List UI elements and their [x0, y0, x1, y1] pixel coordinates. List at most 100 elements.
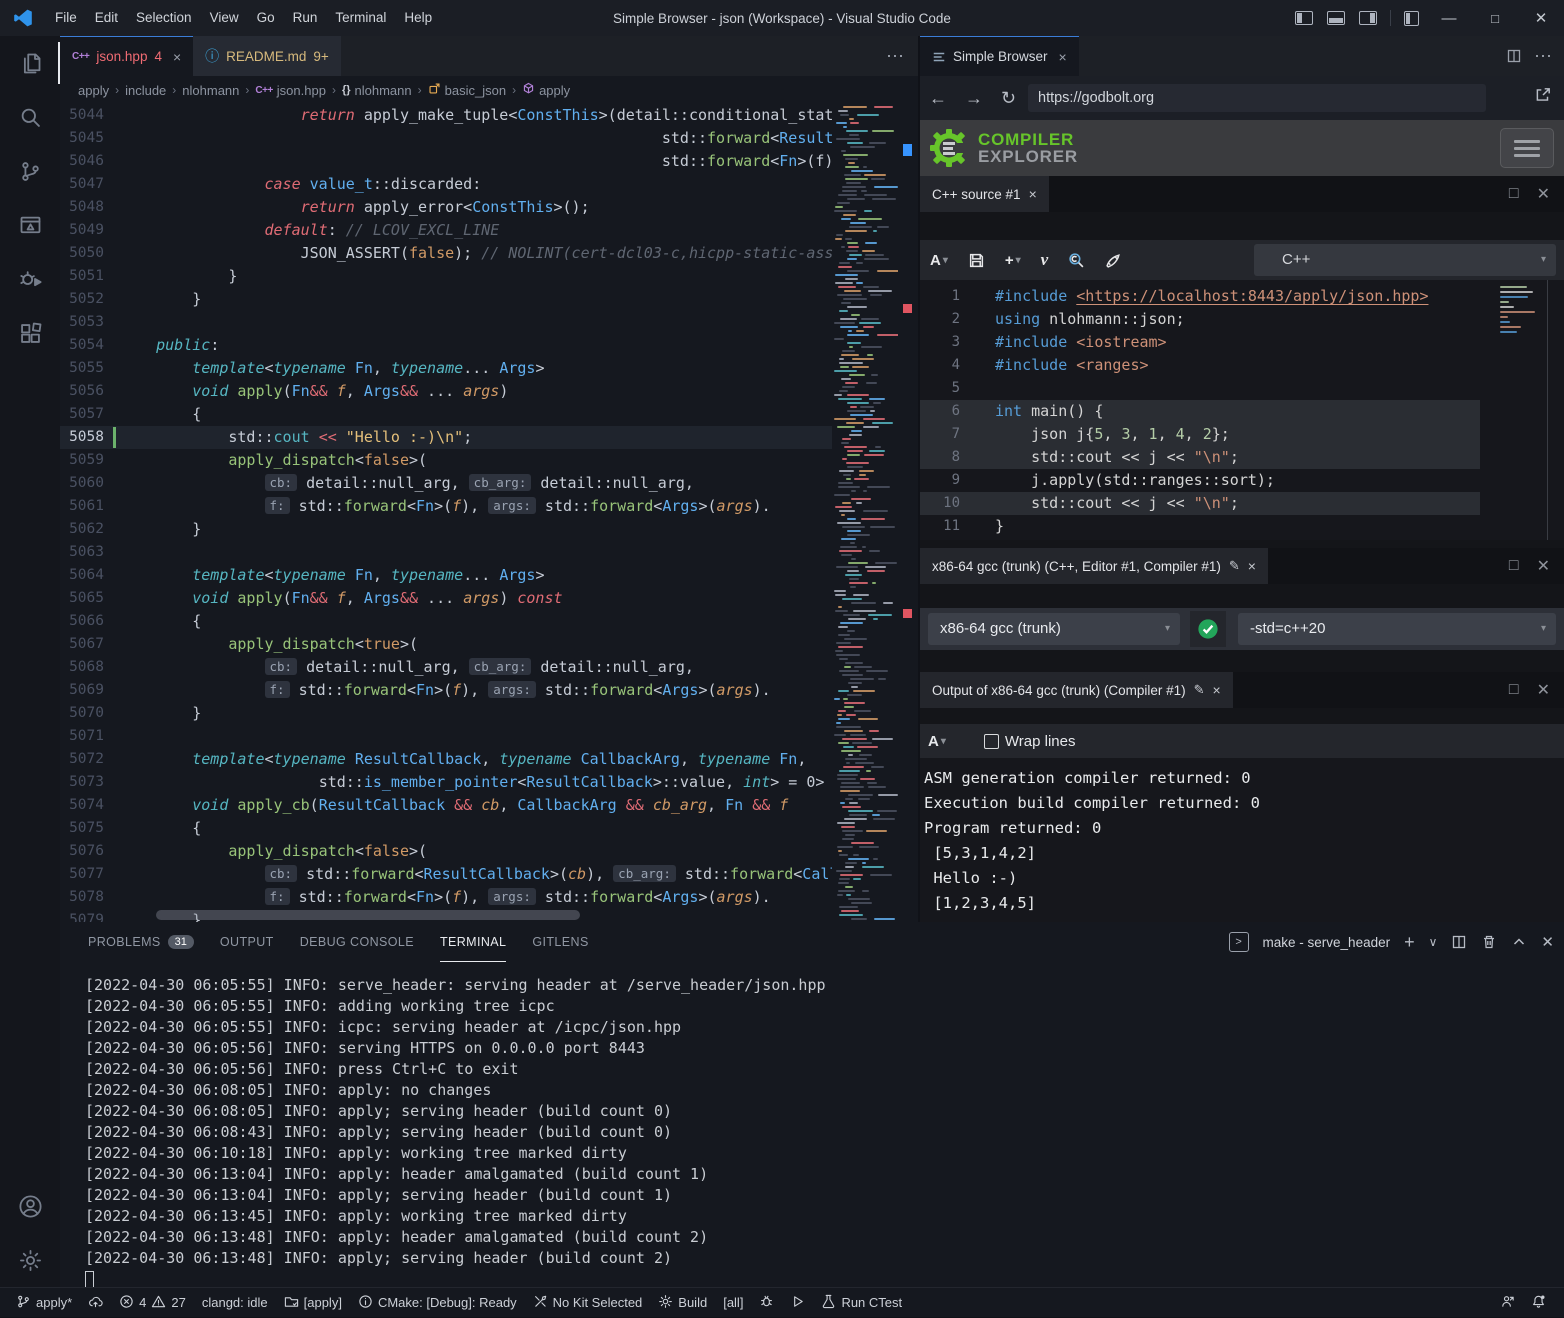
wrap-lines-checkbox[interactable] — [984, 734, 999, 749]
customize-layout-icon[interactable] — [1404, 11, 1419, 26]
split-editor-icon[interactable] — [1506, 48, 1522, 64]
menu-edit[interactable]: Edit — [86, 0, 127, 36]
code-line[interactable]: 2using nlohmann::json; — [920, 308, 1480, 331]
font-size-button[interactable]: A▾ — [920, 252, 958, 269]
maximize-pane-icon[interactable]: □ — [1509, 557, 1519, 575]
code-line[interactable]: 4#include <ranges> — [920, 354, 1480, 377]
font-size-button[interactable]: A▾ — [920, 733, 956, 750]
clangd-status-item[interactable]: clangd: idle — [194, 1288, 276, 1318]
close-pane-icon[interactable]: × — [1029, 186, 1037, 202]
code-line[interactable]: 5069 f: std::forward<Fn>(f), args: std::… — [60, 679, 832, 702]
run-ctest-item[interactable]: Run CTest — [813, 1288, 910, 1318]
maximize-pane-icon[interactable]: □ — [1509, 681, 1519, 699]
code-line[interactable]: 5045 std::forward<ResultCallback> — [60, 127, 832, 150]
debug-target-item[interactable] — [751, 1288, 782, 1318]
tab-json-hpp[interactable]: C++ json.hpp 4 × — [60, 36, 193, 76]
source-pane-tab[interactable]: C++ source #1 × — [920, 176, 1049, 212]
close-pane-icon[interactable]: ✕ — [1537, 556, 1550, 576]
menu-selection[interactable]: Selection — [127, 0, 201, 36]
code-line[interactable]: 5050 JSON_ASSERT(false); // NOLINT(cert-… — [60, 242, 832, 265]
run-and-debug-icon[interactable] — [0, 252, 60, 306]
forward-icon[interactable]: → — [956, 88, 992, 109]
add-pane-button[interactable]: +▾ — [995, 252, 1031, 269]
problems-item[interactable]: 4 27 — [111, 1288, 194, 1318]
compiler-explorer-logo[interactable]: COMPILER EXPLORER — [920, 127, 1078, 169]
code-line[interactable]: 5073 std::is_member_pointer<ResultCallba… — [60, 771, 832, 794]
panel-tab-output[interactable]: OUTPUT — [220, 922, 274, 962]
build-target-item[interactable]: [all] — [715, 1288, 751, 1318]
panel-tab-gitlens[interactable]: GITLENS — [532, 922, 588, 962]
explorer-icon[interactable] — [0, 36, 60, 90]
maximize-panel-icon[interactable] — [1511, 934, 1527, 950]
code-line[interactable]: 11} — [920, 515, 1480, 538]
search-icon[interactable] — [0, 90, 60, 144]
breadcrumb-namespace-nlohmann[interactable]: {}nlohmann — [342, 83, 412, 98]
code-line[interactable]: 5047 case value_t::discarded: — [60, 173, 832, 196]
split-terminal-icon[interactable] — [1451, 934, 1467, 950]
compiler-options-input[interactable]: -std=c++20▾ — [1238, 613, 1556, 645]
hamburger-menu-icon[interactable] — [1500, 128, 1554, 168]
breadcrumb-json-hpp[interactable]: C++json.hpp — [255, 83, 326, 98]
close-panel-icon[interactable]: ✕ — [1541, 933, 1554, 951]
close-pane-icon[interactable]: ✕ — [1537, 184, 1550, 204]
code-line[interactable]: 5053 — [60, 311, 832, 334]
code-line[interactable]: 5067 apply_dispatch<true>( — [60, 633, 832, 656]
close-pane-icon[interactable]: × — [1213, 682, 1221, 698]
breadcrumb-nlohmann[interactable]: nlohmann — [182, 83, 239, 98]
rename-pane-icon[interactable]: ✎ — [1229, 558, 1240, 574]
reload-icon[interactable]: ↻ — [992, 88, 1025, 109]
cmake-folder-item[interactable]: [apply] — [276, 1288, 350, 1318]
editor-more-actions-icon[interactable]: ⋯ — [872, 36, 918, 76]
browser-more-actions-icon[interactable]: ⋯ — [1534, 46, 1552, 67]
tab-simple-browser[interactable]: Simple Browser × — [920, 36, 1079, 76]
language-select[interactable]: C++▾ — [1254, 244, 1556, 276]
cmake-panel-icon[interactable] — [0, 198, 60, 252]
code-line[interactable]: 1#include <https://localhost:8443/apply/… — [920, 285, 1480, 308]
source-editor-scrollbar[interactable] — [1547, 280, 1548, 540]
url-input[interactable]: https://godbolt.org — [1028, 84, 1486, 112]
maximize-button[interactable]: □ — [1472, 0, 1518, 36]
toggle-panel-icon[interactable] — [1327, 11, 1345, 25]
code-line[interactable]: 5054 public: — [60, 334, 832, 357]
code-line[interactable]: 5066 { — [60, 610, 832, 633]
code-line[interactable]: 5070 } — [60, 702, 832, 725]
settings-gear-icon[interactable] — [0, 1233, 60, 1287]
code-line[interactable]: 5063 — [60, 541, 832, 564]
maximize-pane-icon[interactable]: □ — [1509, 185, 1519, 203]
code-line[interactable]: 7 json j{5, 3, 1, 4, 2}; — [920, 423, 1480, 446]
toggle-sidebar-icon[interactable] — [1295, 11, 1313, 25]
panel-tab-terminal[interactable]: TERMINAL — [440, 922, 506, 962]
code-line[interactable]: 5074 void apply_cb(ResultCallback && cb,… — [60, 794, 832, 817]
open-external-icon[interactable] — [1534, 86, 1552, 109]
close-pane-icon[interactable]: ✕ — [1537, 680, 1550, 700]
quickbench-icon[interactable] — [1095, 252, 1132, 269]
code-line[interactable]: 5068 cb: detail::null_arg, cb_arg: detai… — [60, 656, 832, 679]
code-line[interactable]: 5075 { — [60, 817, 832, 840]
notifications-item[interactable] — [1523, 1288, 1554, 1318]
code-line[interactable]: 5055 template<typename Fn, typename... A… — [60, 357, 832, 380]
panel-tab-problems[interactable]: PROBLEMS31 — [88, 922, 194, 962]
cmake-kit-item[interactable]: No Kit Selected — [525, 1288, 651, 1318]
code-line[interactable]: 5060 cb: detail::null_arg, cb_arg: detai… — [60, 472, 832, 495]
new-terminal-icon[interactable]: + — [1404, 932, 1415, 953]
menu-view[interactable]: View — [201, 0, 248, 36]
remote-explorer-item[interactable] — [1492, 1288, 1523, 1318]
code-line[interactable]: 5 — [920, 377, 1480, 400]
code-line[interactable]: 5072 template<typename ResultCallback, t… — [60, 748, 832, 771]
minimize-button[interactable]: — — [1426, 0, 1472, 36]
menu-help[interactable]: Help — [395, 0, 441, 36]
code-line[interactable]: 10 std::cout << j << "\n"; — [920, 492, 1480, 515]
compiler-pane-tab[interactable]: x86-64 gcc (trunk) (C++, Editor #1, Comp… — [920, 548, 1268, 584]
code-line[interactable]: 5062 } — [60, 518, 832, 541]
code-line[interactable]: 8 std::cout << j << "\n"; — [920, 446, 1480, 469]
code-line[interactable]: 5049 default: // LCOV_EXCL_LINE — [60, 219, 832, 242]
terminal-dropdown-icon[interactable]: ∨ — [1429, 935, 1438, 949]
menu-terminal[interactable]: Terminal — [326, 0, 395, 36]
kill-terminal-icon[interactable] — [1481, 934, 1497, 950]
toggle-secondary-sidebar-icon[interactable] — [1359, 11, 1377, 25]
accounts-icon[interactable] — [0, 1179, 60, 1233]
code-line[interactable]: 5048 return apply_error<ConstThis>(); — [60, 196, 832, 219]
code-line[interactable]: 5065 void apply(Fn&& f, Args&& ... args)… — [60, 587, 832, 610]
tab-readme-md[interactable]: ⓘ README.md 9+ — [193, 36, 341, 76]
source-editor-minimap[interactable] — [1500, 286, 1544, 398]
